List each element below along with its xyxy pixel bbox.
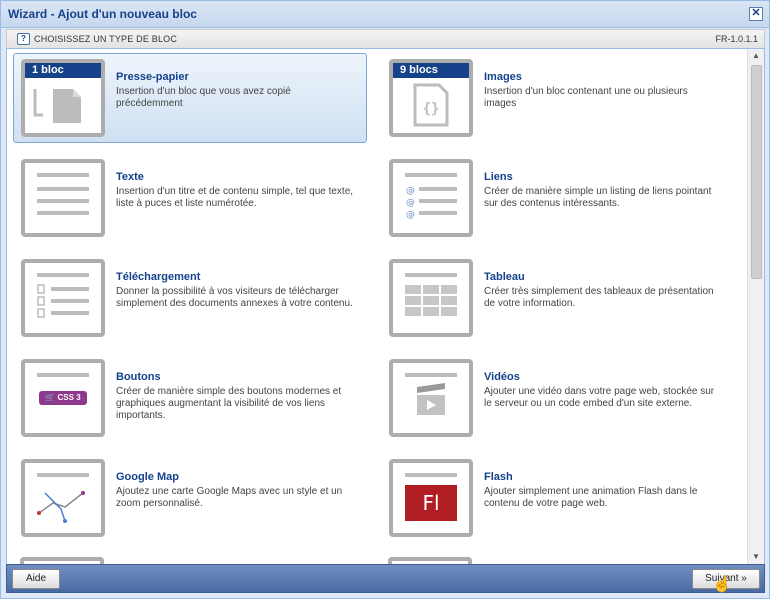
block-card-telechargement[interactable]: Téléchargement Donner la possibilité à v… [13, 253, 367, 343]
window-title: Wizard - Ajout d'un nouveau bloc [8, 7, 197, 21]
svg-text:{}: {} [423, 101, 440, 117]
block-title: Flash [484, 471, 513, 483]
close-button[interactable]: ✕ [749, 7, 763, 21]
title-bar: Wizard - Ajout d'un nouveau bloc ✕ [1, 1, 769, 28]
cart-icon: 🛒 [45, 393, 56, 402]
block-description: Donner la possibilité à vos visiteurs de… [116, 286, 353, 309]
svg-text:@: @ [406, 210, 415, 220]
map-icon [21, 459, 105, 537]
download-list-icon [21, 259, 105, 337]
block-card-boutons[interactable]: 🛒 CSS 3 Boutons Créer de manière simple … [13, 353, 367, 443]
block-description: Créer très simplement des tableaux de pr… [484, 286, 714, 309]
block-type-panel: 1 bloc Presse-papier Insertion d'un bloc… [6, 48, 765, 565]
hand-cursor-icon: ☝ [712, 576, 732, 593]
help-icon[interactable]: ? [17, 33, 30, 45]
block-title: Images [484, 71, 522, 83]
flash-logo: Fl [405, 485, 457, 521]
scroll-up-arrow-icon[interactable]: ▲ [748, 49, 764, 63]
help-button[interactable]: Aide [12, 569, 60, 589]
block-card-presse-papier[interactable]: 1 bloc Presse-papier Insertion d'un bloc… [13, 53, 367, 143]
block-description: Créer de manière simple des boutons mode… [116, 386, 342, 421]
version-label: FR-1.0.1.1 [715, 34, 758, 44]
block-title: Texte [116, 171, 144, 183]
block-title: Vidéos [484, 371, 520, 383]
scroll-down-arrow-icon[interactable]: ▼ [748, 550, 764, 564]
block-description: Insertion d'un bloc contenant une ou plu… [484, 86, 688, 109]
document-icon: 1 bloc [21, 59, 105, 137]
footer-bar: Aide Suivant » [6, 564, 765, 593]
vertical-scrollbar[interactable]: ▲ ▼ [747, 49, 764, 564]
block-description: Insertion d'un bloc que vous avez copié … [116, 86, 291, 109]
table-icon [389, 259, 473, 337]
block-description: Ajouter simplement une animation Flash d… [484, 486, 698, 509]
block-card-liens[interactable]: @ @ @ Liens Créer de manière simple un l… [381, 153, 735, 243]
block-description: Insertion d'un titre et de contenu simpl… [116, 186, 354, 209]
links-icon: @ @ @ [389, 159, 473, 237]
block-title: Liens [484, 171, 513, 183]
svg-text:@: @ [406, 186, 415, 196]
block-title: Téléchargement [116, 271, 201, 283]
video-icon [389, 359, 473, 437]
code-file-icon: 9 blocs {} [389, 59, 473, 137]
block-title: Google Map [116, 471, 179, 483]
block-card-images[interactable]: 9 blocs {} Images Insertion d'un bloc co… [381, 53, 735, 143]
block-title: Tableau [484, 271, 525, 283]
scroll-thumb[interactable] [751, 65, 762, 279]
subheader-label: CHOISISSEZ UN TYPE DE BLOC [34, 34, 178, 44]
block-card-google-map[interactable]: Google Map Ajoutez une carte Google Maps… [13, 453, 367, 543]
block-card-tableau[interactable]: Tableau Créer très simplement des tablea… [381, 253, 735, 343]
svg-text:@: @ [406, 198, 415, 208]
block-card-videos[interactable]: Vidéos Ajouter une vidéo dans votre page… [381, 353, 735, 443]
block-card-flash[interactable]: Fl Flash Ajouter simplement une animatio… [381, 453, 735, 543]
block-title: Presse-papier [116, 71, 189, 83]
flash-logo-text: Fl [422, 491, 440, 515]
block-card-texte[interactable]: Texte Insertion d'un titre et de contenu… [13, 153, 367, 243]
block-title: Boutons [116, 371, 161, 383]
block-description: Créer de manière simple un listing de li… [484, 186, 712, 209]
text-lines-icon [21, 159, 105, 237]
button-icon: 🛒 CSS 3 [21, 359, 105, 437]
block-description: Ajouter une vidéo dans votre page web, s… [484, 386, 715, 409]
css3-button-sample: 🛒 CSS 3 [39, 391, 87, 405]
button-sample-label: CSS 3 [57, 393, 81, 402]
subheader-bar: ? CHOISISSEZ UN TYPE DE BLOC FR-1.0.1.1 [6, 29, 765, 49]
wizard-window: Wizard - Ajout d'un nouveau bloc ✕ ? CHO… [0, 0, 770, 599]
flash-icon: Fl [389, 459, 473, 537]
block-description: Ajoutez une carte Google Maps avec un st… [116, 486, 343, 509]
